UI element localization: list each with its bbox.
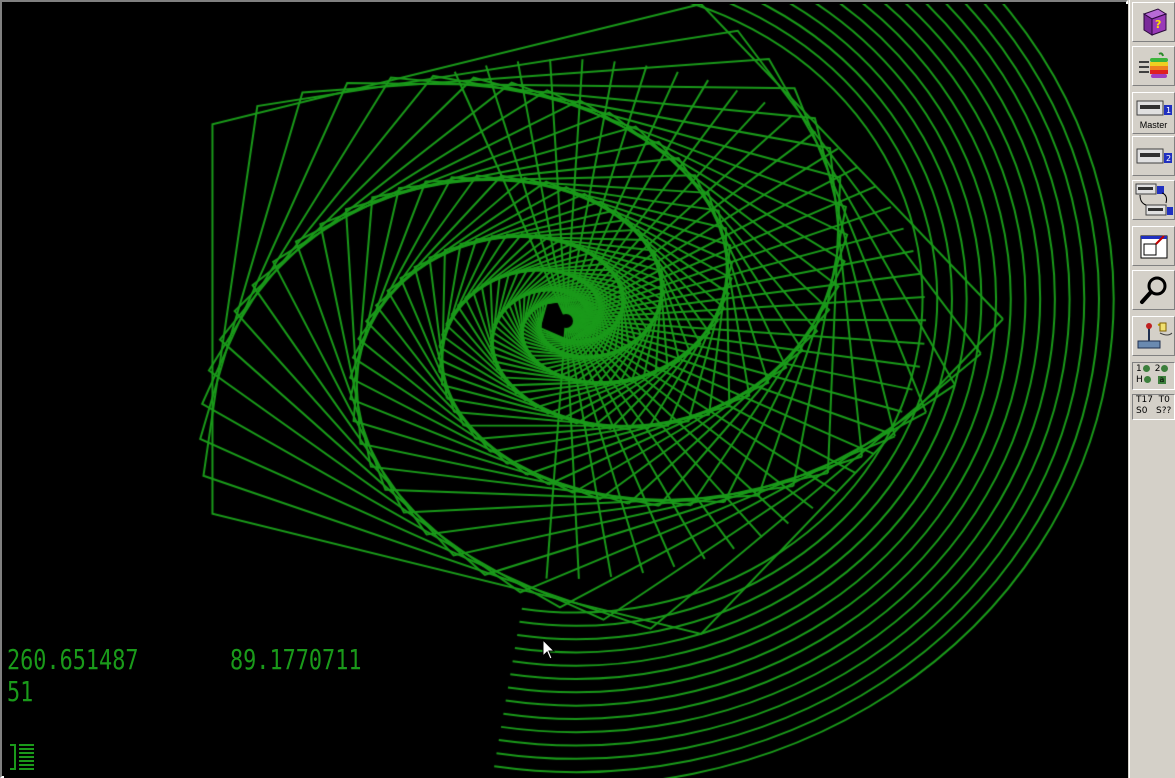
swap-disks-button[interactable] xyxy=(1132,180,1175,220)
disk-drive-1-icon: 1 xyxy=(1136,100,1172,116)
emulator-screen[interactable]: 260.651487 89.1770711 51 xyxy=(0,0,1128,778)
track-status: T17 T0 xyxy=(1136,395,1170,405)
settings-joystick-icon xyxy=(1137,322,1172,349)
mouse-pointer-icon xyxy=(542,639,556,660)
debugger-button[interactable] xyxy=(1132,270,1175,310)
spiral-graphics xyxy=(4,4,1128,778)
svg-text:2: 2 xyxy=(1166,154,1171,163)
help-book-icon: ? xyxy=(1142,8,1167,36)
svg-text:?: ? xyxy=(1155,18,1161,31)
emulator-toolbar: ? 1 Master 2 1 2 H a T17 T0 S0 S?? xyxy=(1129,0,1175,778)
drive2-led-label: 2 xyxy=(1154,363,1161,374)
hdd-led-label: H xyxy=(1136,374,1143,385)
disk-drive-2-icon: 2 xyxy=(1136,148,1172,164)
debugger-magnifier-icon xyxy=(1139,276,1166,304)
readout-a: 260.651487 xyxy=(7,643,139,676)
drive1-led-label: 1 xyxy=(1136,363,1142,374)
settings-button[interactable] xyxy=(1132,316,1175,356)
swap-disks-icon xyxy=(1135,183,1173,216)
apple-run-icon xyxy=(1138,52,1168,78)
fullscreen-icon xyxy=(1140,235,1167,259)
drive2-button[interactable]: 2 xyxy=(1132,136,1175,176)
readout-b: 89.1770711 xyxy=(230,643,362,676)
drive1-button[interactable]: 1 Master xyxy=(1132,92,1175,134)
track-sector-status: T17 T0 S0 S?? xyxy=(1132,394,1175,420)
drive1-led-icon xyxy=(1142,365,1150,372)
hdd-led-icon xyxy=(1143,376,1151,383)
run-button[interactable] xyxy=(1132,46,1175,86)
sector-status: S0 S?? xyxy=(1136,406,1172,416)
svg-text:1: 1 xyxy=(1166,106,1171,115)
drive-status-leds: 1 2 H a xyxy=(1132,362,1175,390)
mode-indicator: a xyxy=(1157,374,1166,384)
help-button[interactable]: ? xyxy=(1132,2,1175,42)
readout-c: 51 xyxy=(7,675,34,708)
fullscreen-button[interactable] xyxy=(1132,226,1175,266)
drive2-led-icon xyxy=(1161,365,1169,372)
drive1-label: Master xyxy=(1139,120,1168,130)
basic-prompt-cursor xyxy=(10,744,34,770)
